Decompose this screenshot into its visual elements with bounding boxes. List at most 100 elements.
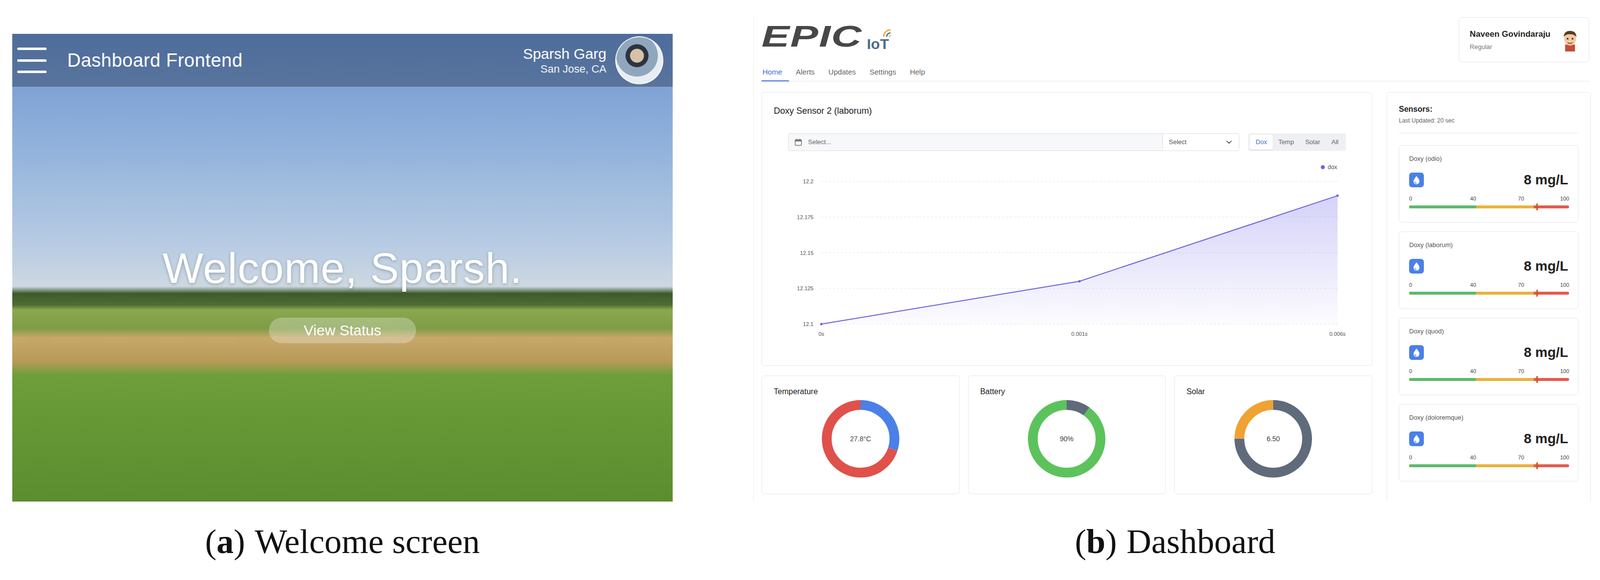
scale-label: 100 <box>1560 195 1570 202</box>
series-button[interactable]: Dox <box>1249 134 1273 150</box>
gauge-card: Battery90% <box>968 375 1167 495</box>
caption-text: Dashboard <box>1126 523 1276 561</box>
gauge-track <box>1409 462 1570 470</box>
menu-icon <box>17 70 47 74</box>
sensor-gauge: 04070100 <box>1409 194 1570 212</box>
scale-label: 40 <box>1469 282 1476 289</box>
scale-label: 100 <box>1560 282 1570 289</box>
y-tick: 12.175 <box>796 214 814 221</box>
nav-tab[interactable]: Help <box>902 67 932 82</box>
sensor-name: Doxy (quod) <box>1409 327 1569 337</box>
sensor-reading: 8 mg/L <box>1409 429 1569 449</box>
series-area <box>821 195 1338 325</box>
sensor-card[interactable]: Doxy (laborum)8 mg/L04070100 <box>1398 231 1579 310</box>
sensor-name: Doxy (doloremque) <box>1409 413 1569 423</box>
date-input[interactable] <box>807 136 1157 148</box>
grid-line <box>821 181 1338 183</box>
gauge-card: Temperature 27.8°C <box>761 375 960 495</box>
chart-title: Doxy Sensor 2 (laborum) <box>761 92 1372 117</box>
donut-chart: 90% <box>1027 399 1106 479</box>
legend-label: dox <box>1327 163 1338 171</box>
chart-controls: Select DoxTempSolarAll <box>787 133 1346 152</box>
data-point <box>1078 280 1081 283</box>
panel-b: EPIC IoT Naveen Govindaraju Regular <box>753 15 1598 502</box>
series-button[interactable]: All <box>1325 134 1345 150</box>
donut-segment <box>1239 405 1308 473</box>
sensors-title: Sensors: <box>1398 104 1579 115</box>
sensor-name: Doxy (odio) <box>1409 154 1569 164</box>
scale-label: 100 <box>1560 454 1570 461</box>
date-filter: Select <box>787 133 1240 152</box>
logo-suffix: IoT <box>866 36 890 52</box>
logo[interactable]: EPIC IoT <box>761 21 902 52</box>
range-select[interactable]: Select <box>1162 133 1239 151</box>
donut-segment <box>1032 405 1101 473</box>
sensor-name: Doxy (laborum) <box>1409 240 1569 250</box>
donut-segment <box>1032 405 1101 473</box>
user-info: Sparsh Garg San Jose, CA <box>523 45 607 76</box>
series-button[interactable]: Solar <box>1299 134 1326 150</box>
welcome-body: Welcome, Sparsh. View Status <box>12 87 673 344</box>
user-card[interactable]: Naveen Govindaraju Regular <box>1458 17 1590 63</box>
gauge-track <box>1409 203 1570 211</box>
nav-tab[interactable]: Settings <box>862 67 903 82</box>
caption-label: b <box>1086 523 1106 561</box>
gauge-title: Temperature <box>773 387 948 397</box>
donut-chart: 6.50 <box>1233 399 1313 479</box>
caption-b: (b)Dashboard <box>753 521 1598 563</box>
nav-tab[interactable]: Updates <box>821 67 863 82</box>
user-details: Naveen Govindaraju Regular <box>1469 27 1551 53</box>
donut-segment <box>1239 405 1308 473</box>
series-button[interactable]: Temp <box>1272 134 1300 150</box>
main-column: Doxy Sensor 2 (laborum) <box>761 92 1373 495</box>
caption-label: a <box>216 523 234 561</box>
app-title: Dashboard Frontend <box>67 46 243 75</box>
menu-icon <box>17 59 47 62</box>
scale-label: 40 <box>1469 195 1476 202</box>
nav-tab[interactable]: Home <box>761 67 789 82</box>
x-tick: 0.001s <box>1071 331 1088 338</box>
gauge-title: Solar <box>1186 387 1361 397</box>
menu-button[interactable] <box>17 47 48 74</box>
sensors-panel: Sensors: Last Updated: 20 sec Doxy (odio… <box>1386 92 1591 502</box>
logo-text: EPIC <box>761 21 863 52</box>
series-switch: DoxTempSolarAll <box>1248 133 1346 152</box>
dashboard-main: Doxy Sensor 2 (laborum) <box>761 92 1590 502</box>
sensor-value: 8 mg/L <box>1523 430 1569 448</box>
caption-open: ( <box>205 523 217 561</box>
scale-label: 70 <box>1518 282 1524 289</box>
welcome-screen: Dashboard Frontend Sparsh Garg San Jose,… <box>12 33 673 502</box>
sensor-card[interactable]: Doxy (doloremque)8 mg/L04070100 <box>1398 404 1579 482</box>
logo-suffix-group: IoT <box>866 27 902 52</box>
sensor-card[interactable]: Doxy (odio)8 mg/L04070100 <box>1398 145 1579 223</box>
gauge-value: 27.8°C <box>849 435 871 444</box>
view-status-button[interactable]: View Status <box>268 317 417 344</box>
menu-icon <box>17 47 47 51</box>
droplet-icon <box>1409 259 1424 274</box>
scale-label: 70 <box>1518 454 1524 461</box>
y-tick: 12.15 <box>799 250 814 257</box>
legend-dot <box>1320 165 1325 170</box>
caption-text: Welcome screen <box>254 523 480 561</box>
donut-segment <box>826 405 895 473</box>
scale-label: 0 <box>1409 368 1413 375</box>
sensor-gauge: 04070100 <box>1409 281 1570 298</box>
scale-label: 40 <box>1469 368 1476 375</box>
sensor-reading: 8 mg/L <box>1409 342 1569 363</box>
divider <box>1398 132 1579 134</box>
nav-tab[interactable]: Alerts <box>788 67 822 82</box>
grid-line <box>821 216 1338 218</box>
user-name: Naveen Govindaraju <box>1469 27 1551 41</box>
last-updated: Last Updated: 20 sec <box>1398 116 1579 126</box>
scale-label: 40 <box>1469 454 1476 461</box>
gauge-value: 6.50 <box>1266 435 1281 444</box>
series-line <box>821 195 1338 325</box>
sensor-card[interactable]: Doxy (quod)8 mg/L04070100 <box>1398 317 1579 396</box>
user-avatar[interactable] <box>615 36 664 85</box>
sensor-gauge: 04070100 <box>1409 367 1570 385</box>
scale-label: 70 <box>1518 368 1524 375</box>
droplet-icon <box>1409 431 1424 447</box>
y-tick: 12.2 <box>803 178 814 185</box>
gauge-value: 90% <box>1059 435 1074 444</box>
data-point <box>820 323 823 326</box>
